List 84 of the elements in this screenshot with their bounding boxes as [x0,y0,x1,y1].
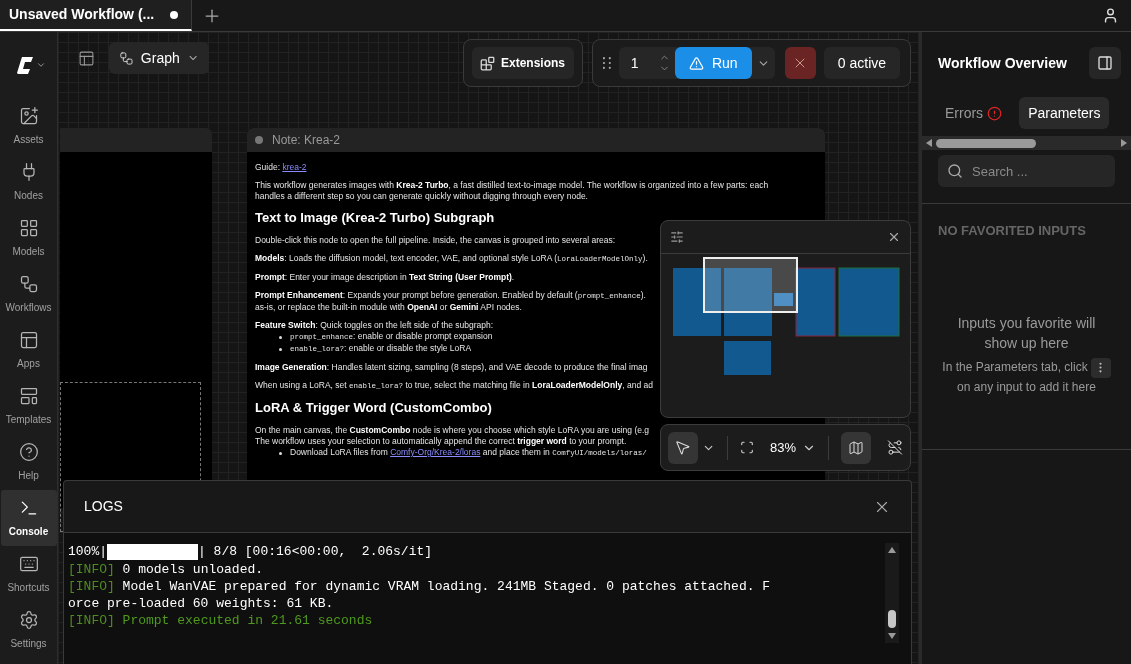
scroll-left-icon[interactable] [925,139,933,147]
graph-dropdown[interactable]: Graph [109,42,209,74]
scrollbar-thumb[interactable] [936,138,1036,148]
sliders-icon[interactable] [670,230,684,244]
fit-view-icon[interactable] [740,440,755,455]
logs-title: LOGS [84,497,123,516]
bullet-icon [279,347,282,351]
close-icon[interactable] [887,230,901,244]
link[interactable]: Comfy-Org/Krea-2/loras [390,447,481,457]
note-heading: LoRA & Trigger Word (CustomCombo) [255,400,492,416]
sidebar-item[interactable]: Help [0,434,57,490]
map-icon [848,439,865,456]
search-icon [947,163,963,179]
panel-tab[interactable]: Parameters [1019,97,1110,129]
log-line: [INFO] Prompt executed in 21.61 seconds [68,612,373,628]
user-icon[interactable] [1102,7,1119,24]
workflow-icon [18,273,39,294]
note-text: handles a different step so you can generate quickly without digging through every node. [255,191,588,202]
extensions-button[interactable]: Extensions [472,47,574,79]
empty-state-hint: In the Parameters tab, click [942,359,1088,376]
log-text: | 8/8 [00:16<00:00, 2.06s/it] [198,542,433,561]
panel-icon [1097,55,1113,71]
empty-state-title: Inputs you favorite will show up here [956,313,1097,353]
image-icon [18,105,39,126]
sidebar-item[interactable]: Shortcuts [0,546,57,602]
note-heading: Text to Image (Krea-2 Turbo) Subgraph [255,210,495,226]
scrollbar-thumb[interactable] [888,610,896,628]
workflow-tab[interactable]: Unsaved Workflow (... [0,0,192,31]
note-text: Guide: krea-2 [255,162,307,173]
scrollbar[interactable] [885,543,899,643]
log-text: 100%| [68,542,107,561]
note-text: Double-click this node to open the full pipeline. Inside, the canvas is grouped into several areas: [255,235,616,246]
sidebar-item[interactable]: Nodes [0,154,57,210]
toggle-panel-button[interactable] [1089,47,1121,79]
log-line: orce pre-loaded 60 weights: 61 KB. [68,595,334,611]
warning-icon [688,55,704,71]
sidebar-item[interactable]: Apps [0,322,57,378]
log-line: [INFO] Model WanVAE prepared for dynamic VRAM loading. 241MB Staged. 0 patches attached. F [68,578,771,594]
bullet-icon [279,335,282,339]
help-icon [18,441,39,462]
note-text: Prompt: Enter your image description in Text String (User Prompt). [255,272,515,283]
grid-icon [18,217,39,238]
scroll-down-icon[interactable] [888,632,896,640]
bullet-icon [279,451,282,455]
node-title: Note: Krea-2 [272,132,341,149]
active-queue-button[interactable]: 0 active [824,47,900,79]
note-text: On the main canvas, the CustomCombo node is where you choose which style LoRA you are using (e.g [255,425,650,436]
scroll-up-icon[interactable] [888,546,896,554]
sidebar-item[interactable]: Templates [0,378,57,434]
workflow-icon [119,49,134,67]
section-heading: NO FAVORITED INPUTS [938,222,1086,240]
template-icon [18,385,39,406]
zoom-dropdown[interactable]: 83% [770,431,817,464]
minimap-button[interactable] [841,431,872,464]
empty-state-hint: on any input to add it here [956,378,1097,396]
note-text: Feature Switch: Quick toggles on the left side of the subgraph: [255,320,494,331]
sidebar-item[interactable]: Console [0,490,57,546]
graph-canvas[interactable] [58,32,919,664]
log-line: [INFO] 0 models unloaded. [68,561,264,577]
chevron-down-icon[interactable] [36,60,46,70]
logo-icon[interactable] [17,56,33,74]
sidebar-item[interactable]: Models [0,210,57,266]
pointer-icon [674,439,692,456]
sidebar-item[interactable]: Assets [0,98,57,154]
note-text: This workflow generates images with Krea-2 Turbo, a fast distilled text-to-image model. The workflow is organized into a few parts: each [255,180,769,191]
link[interactable]: krea-2 [282,162,307,172]
more-options-icon [1090,357,1111,378]
sidebar-item[interactable]: Settings [0,602,57,658]
scroll-right-icon[interactable] [1120,139,1128,147]
drag-handle-icon[interactable] [603,57,611,69]
hide-links-icon[interactable] [887,439,903,456]
pointer-tool-button[interactable] [668,431,698,464]
blocks-icon [480,55,495,71]
tabs-scrollbar[interactable] [922,136,1131,150]
note-text: Image Generation: Handles latent sizing, sampling (8 steps), and VAE decode to produce the final imag [255,362,648,373]
layout-icon [18,329,39,350]
note-text: as-is, or replace the built-in module with OpenAI or Gemini API nodes. [255,302,522,313]
note-text: The workflow uses your selection to automatically append the correct trigger word to your prompt. [255,436,627,447]
layout-icon [77,49,95,67]
settings-icon [18,609,39,630]
search-field[interactable]: Search ... [938,155,1115,187]
panel-title: Workflow Overview [938,53,1067,73]
panel-tab[interactable]: Errors [936,97,1012,129]
sidebar-item[interactable]: Workflows [0,266,57,322]
